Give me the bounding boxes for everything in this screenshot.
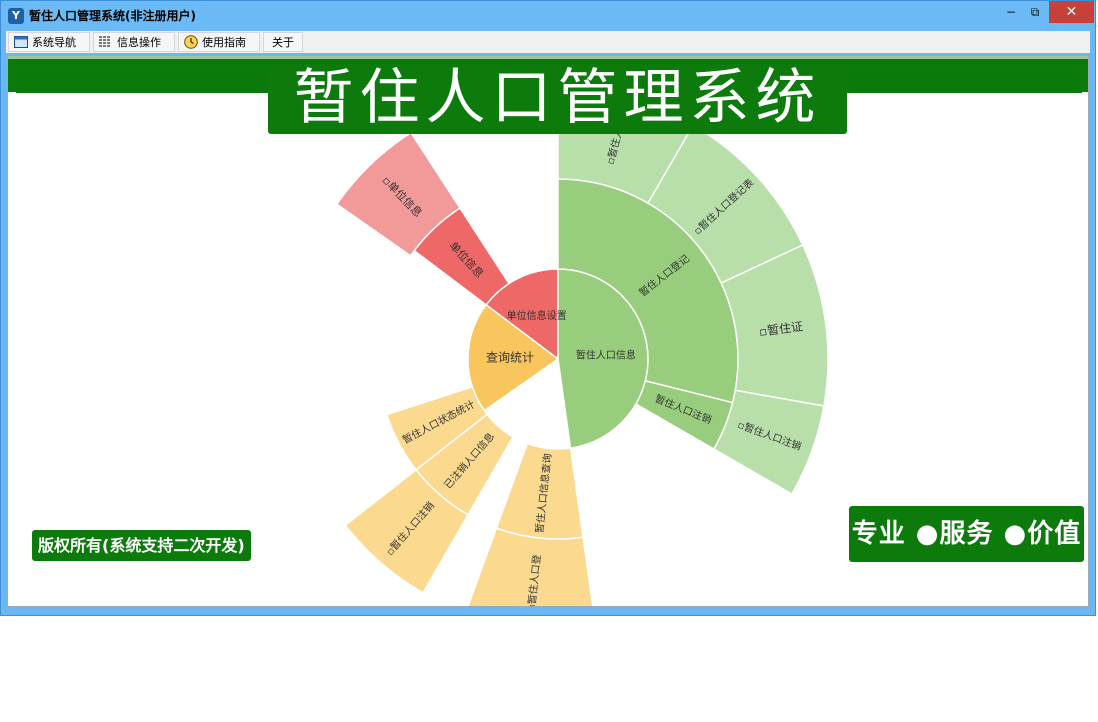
app-logo-icon: Y (8, 8, 24, 24)
close-button[interactable]: ✕ (1049, 1, 1094, 23)
menu-item-label: 关于 (272, 36, 294, 49)
menu-item-label: 使用指南 (202, 36, 246, 49)
sunburst-label: 查询统计 (486, 351, 534, 365)
menu-item-info-ops[interactable]: 信息操作 (93, 32, 175, 52)
sunburst-label: 单位信息设置 (507, 309, 567, 322)
menu-item-label: 系统导航 (32, 36, 76, 49)
window-title: 暂住人口管理系统(非注册用户) (29, 9, 196, 23)
title-bar[interactable]: Y 暂住人口管理系统(非注册用户) − ⧉ ✕ (1, 1, 1095, 31)
app-window: Y 暂住人口管理系统(非注册用户) − ⧉ ✕ 系统导航 信息操作 使用指南 关… (0, 0, 1096, 616)
menu-item-about[interactable]: 关于 (263, 32, 303, 52)
sunburst-label: 暂住人口信息 (576, 349, 636, 362)
grid-icon (99, 36, 110, 47)
menu-item-system-nav[interactable]: 系统导航 (8, 32, 90, 52)
copyright-notice: 版权所有(系统支持二次开发) (32, 530, 251, 561)
system-title-banner: 暂住人口管理系统 (268, 63, 847, 134)
menu-item-label: 信息操作 (117, 36, 161, 49)
minimize-button[interactable]: − (998, 1, 1024, 23)
clock-icon (184, 35, 198, 49)
main-panel: 单位信息设置 查询统计 暂住人口信息 单位信息 暂住人口状态统计 已注销人口信息 暂住人口信… (7, 55, 1089, 607)
slogan-badge: 专业 ●服务 ●价值 (849, 506, 1084, 562)
window-icon (14, 36, 28, 48)
maximize-button[interactable]: ⧉ (1022, 1, 1048, 23)
menu-item-user-guide[interactable]: 使用指南 (178, 32, 260, 52)
menu-bar: 系统导航 信息操作 使用指南 关于 (6, 31, 1090, 53)
